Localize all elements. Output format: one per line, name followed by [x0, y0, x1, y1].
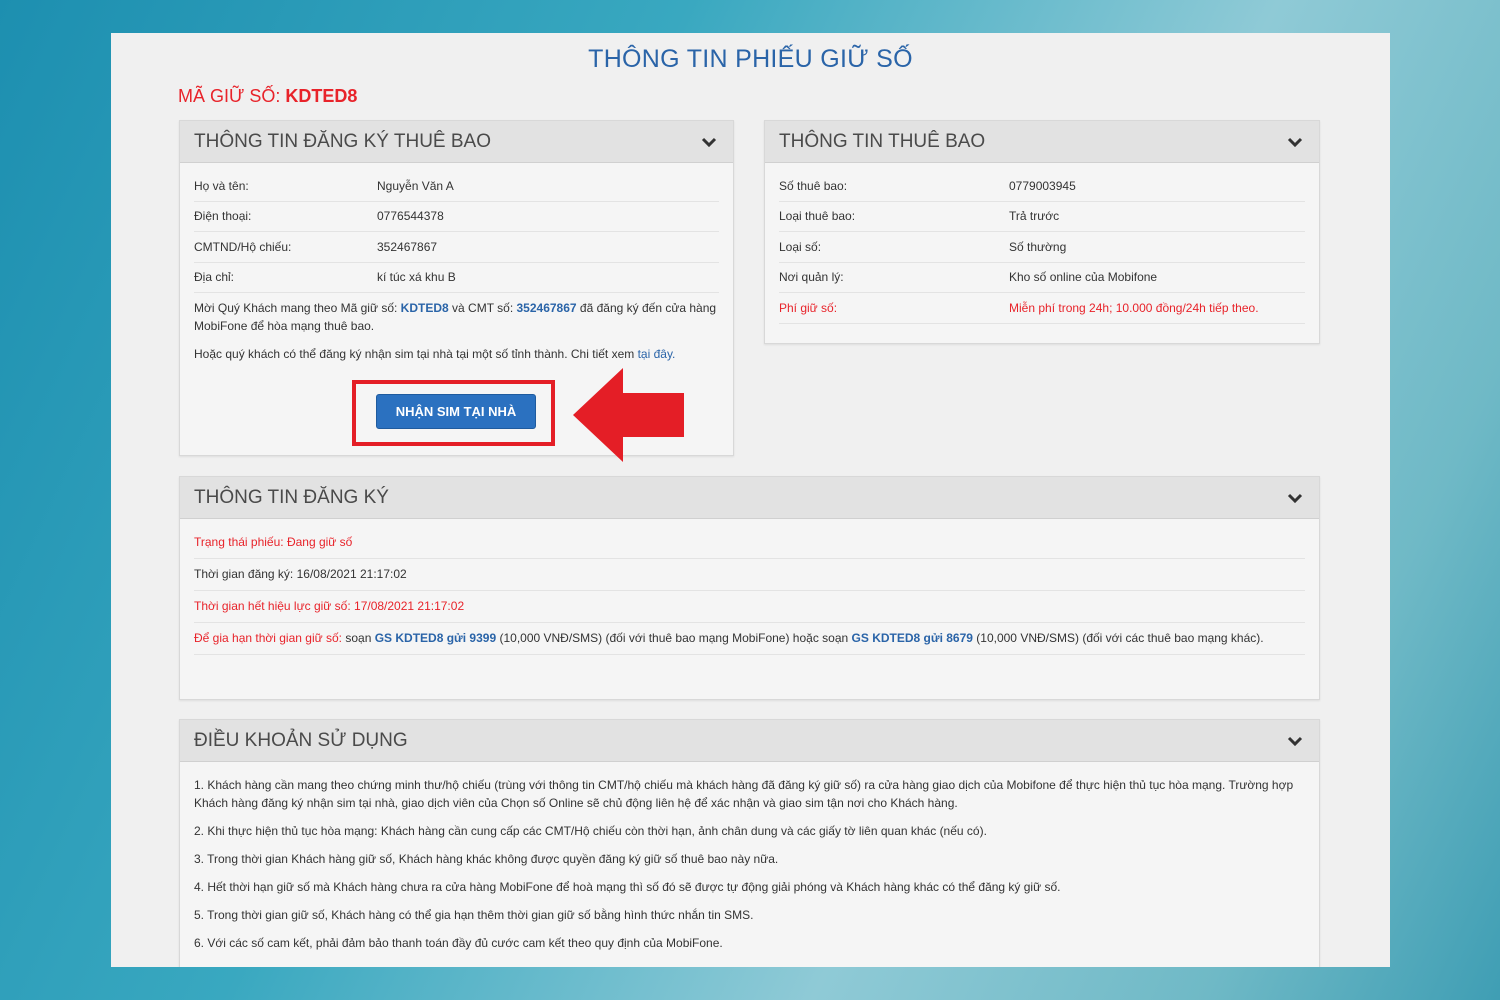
terms-panel-header[interactable]: ĐIỀU KHOẢN SỬ DỤNG: [180, 720, 1319, 762]
row-label: CMTND/Hộ chiếu:: [194, 239, 292, 254]
info-row: Loại số: Số thường: [779, 232, 1305, 263]
hold-code: MÃ GIỮ SỐ: KDTED8: [178, 86, 357, 107]
row-value: Trả trước: [1009, 209, 1060, 224]
term-item: 2. Khi thực hiện thủ tục hòa mạng: Khách…: [194, 824, 987, 838]
info-row: Số thuê bao: 0779003945: [779, 171, 1305, 202]
home-delivery-text: Hoặc quý khách có thể đăng ký nhận sim t…: [194, 347, 635, 361]
registration-panel-header[interactable]: THÔNG TIN ĐĂNG KÝ THUÊ BAO: [180, 121, 733, 163]
extend-text: soạn: [345, 631, 372, 645]
chevron-down-icon[interactable]: [1285, 132, 1305, 152]
info-row: Địa chỉ: kí túc xá khu B: [194, 263, 719, 293]
row-label: Họ và tên:: [194, 178, 249, 193]
instruction-code: KDTED8: [400, 301, 449, 315]
subscriber-panel: THÔNG TIN THUÊ BAO Số thuê bao: 07790039…: [764, 120, 1320, 344]
registered-time-row: Thời gian đăng ký: 16/08/2021 21:17:02: [194, 559, 1305, 591]
row-label: Nơi quản lý:: [779, 270, 844, 285]
row-label: Điện thoại:: [194, 209, 252, 224]
subscriber-panel-header[interactable]: THÔNG TIN THUÊ BAO: [765, 121, 1319, 163]
info-row: Loại thuê bao: Trả trước: [779, 202, 1305, 232]
sms-command: GS KDTED8 gửi 9399: [374, 631, 497, 645]
home-delivery-note: Hoặc quý khách có thể đăng ký nhận sim t…: [194, 345, 719, 363]
details-link[interactable]: tại đây.: [638, 347, 676, 361]
term-item: 4. Hết thời hạn giữ số mà Khách hàng chư…: [194, 880, 1061, 894]
info-row: Nơi quản lý: Kho số online của Mobifone: [779, 263, 1305, 293]
extend-label: Để gia hạn thời gian giữ số:: [194, 631, 342, 645]
term-item: 6. Với các số cam kết, phải đảm bảo than…: [194, 936, 723, 950]
hold-code-value: KDTED8: [285, 86, 358, 106]
extend-row: Để gia hạn thời gian giữ số: soạn GS KDT…: [194, 623, 1305, 655]
page-title: THÔNG TIN PHIẾU GIỮ SỐ: [588, 45, 913, 73]
row-value: kí túc xá khu B: [377, 270, 456, 285]
row-value: Số thường: [1009, 239, 1067, 254]
info-row: CMTND/Hộ chiếu: 352467867: [194, 232, 719, 263]
row-value: 0779003945: [1009, 178, 1076, 193]
row-value: Nguyễn Văn A: [377, 178, 454, 193]
term-item: 1. Khách hàng cần mang theo chứng minh t…: [194, 778, 1294, 810]
row-label: Loại thuê bao:: [779, 209, 856, 224]
row-value: Miễn phí trong 24h; 10.000 đồng/24h tiếp…: [1009, 300, 1259, 315]
info-row: Điện thoại: 0776544378: [194, 202, 719, 232]
registration-panel-title: THÔNG TIN ĐĂNG KÝ THUÊ BAO: [194, 130, 492, 152]
term-item: 3. Trong thời gian Khách hàng giữ số, Kh…: [194, 852, 779, 866]
red-arrow-icon: [573, 368, 684, 462]
extend-text: (10,000 VNĐ/SMS) (đối với thuê bao mạng …: [499, 631, 849, 645]
sms-command: GS KDTED8 gửi 8679: [851, 631, 973, 645]
home-sim-button[interactable]: NHẬN SIM TẠI NHÀ: [376, 394, 536, 429]
row-label: Địa chỉ:: [194, 270, 235, 285]
row-label: Số thuê bao:: [779, 178, 848, 193]
info-row: Họ và tên: Nguyễn Văn A: [194, 171, 719, 202]
hold-code-label: MÃ GIỮ SỐ:: [178, 86, 281, 106]
row-label: Phí giữ số:: [779, 300, 838, 315]
signup-panel: THÔNG TIN ĐĂNG KÝ Trạng thái phiếu: Đang…: [179, 476, 1320, 700]
row-value: 352467867: [377, 239, 438, 254]
subscriber-panel-title: THÔNG TIN THUÊ BAO: [779, 130, 986, 152]
instruction-id: 352467867: [516, 301, 577, 315]
fee-row: Phí giữ số: Miễn phí trong 24h; 10.000 đ…: [779, 293, 1305, 324]
instruction-text: Mời Quý Khách mang theo Mã giữ số:: [194, 301, 398, 315]
terms-panel: ĐIỀU KHOẢN SỬ DỤNG 1. Khách hàng cần man…: [179, 719, 1320, 967]
term-item: 5. Trong thời gian giữ số, Khách hàng có…: [194, 908, 754, 922]
row-value: Kho số online của Mobifone: [1009, 270, 1158, 285]
expiry-time-row: Thời gian hết hiệu lực giữ số: 17/08/202…: [194, 591, 1305, 623]
store-instruction: Mời Quý Khách mang theo Mã giữ số: KDTED…: [194, 299, 719, 335]
instruction-text: và CMT số:: [452, 301, 514, 315]
chevron-down-icon[interactable]: [1285, 731, 1305, 751]
terms-panel-title: ĐIỀU KHOẢN SỬ DỤNG: [194, 729, 408, 751]
signup-panel-header[interactable]: THÔNG TIN ĐĂNG KÝ: [180, 477, 1319, 519]
row-label: Loại số:: [779, 239, 822, 254]
chevron-down-icon[interactable]: [699, 132, 719, 152]
signup-panel-title: THÔNG TIN ĐĂNG KÝ: [194, 486, 389, 508]
chevron-down-icon[interactable]: [1285, 488, 1305, 508]
hold-ticket-page: THÔNG TIN PHIẾU GIỮ SỐ MÃ GIỮ SỐ: KDTED8…: [111, 33, 1390, 967]
status-row: Trạng thái phiếu: Đang giữ số: [194, 527, 1305, 559]
extend-text: (10,000 VNĐ/SMS) (đối với các thuê bao m…: [976, 631, 1264, 645]
row-value: 0776544378: [377, 209, 444, 224]
